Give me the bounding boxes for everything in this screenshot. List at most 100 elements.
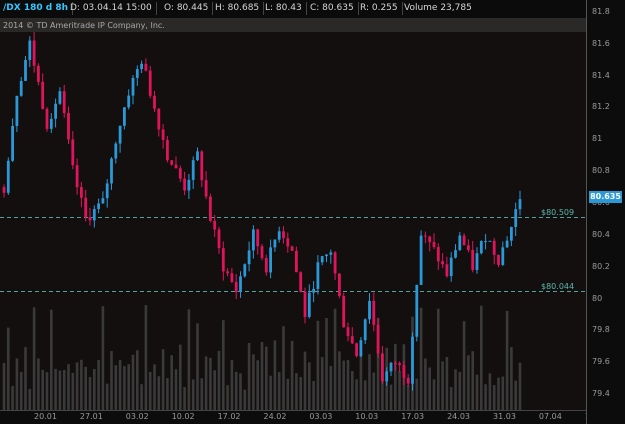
candle-body	[45, 108, 49, 129]
volume-bar	[320, 357, 324, 410]
candle-body	[368, 300, 371, 320]
volume-bar	[161, 349, 165, 410]
candle-body	[458, 235, 462, 251]
volume-bar	[88, 377, 92, 410]
volume-bar	[325, 317, 328, 410]
volume-bar	[179, 344, 182, 410]
candle-body	[501, 247, 505, 265]
candle-body	[479, 241, 483, 254]
volume-bar	[239, 373, 242, 410]
candle-body	[110, 158, 113, 184]
volume-bar	[514, 380, 517, 410]
candle-body	[338, 273, 341, 296]
volume-bar	[54, 368, 57, 410]
x-tick-label: 07.04	[538, 412, 562, 421]
y-tick-label: 81.4	[592, 70, 610, 80]
candle-body	[15, 95, 19, 127]
candle-body	[419, 235, 423, 285]
volume-bar	[24, 347, 27, 410]
volume-bar	[424, 358, 427, 410]
volume-bar	[432, 379, 436, 410]
candle-body	[217, 229, 221, 249]
candle-body	[247, 250, 251, 265]
candle-body	[264, 258, 268, 273]
candle-body	[226, 271, 229, 274]
candle-body	[445, 264, 449, 277]
candle-body	[432, 242, 436, 247]
open-field: O: 80.445	[160, 2, 214, 15]
candle-body	[28, 40, 32, 61]
candle-body	[333, 252, 337, 274]
volume-bar	[118, 360, 122, 410]
candle-body	[157, 108, 161, 130]
candle-body	[260, 246, 264, 259]
candle-body	[24, 60, 27, 81]
candle-body	[415, 284, 419, 337]
volume-bar	[226, 385, 229, 410]
candle-body	[183, 178, 186, 191]
candle-body	[406, 377, 410, 384]
volume-bar	[157, 376, 161, 410]
candle-body	[161, 129, 165, 140]
volume-bar	[187, 309, 191, 410]
volume-bar	[75, 362, 79, 410]
candle-body	[204, 180, 208, 197]
volume-bar	[260, 342, 264, 410]
candle-body	[213, 220, 217, 230]
candle-body	[411, 336, 414, 384]
volume-bar	[222, 320, 225, 410]
y-tick-label: 81.2	[592, 102, 610, 112]
volume-bar	[308, 362, 311, 410]
candle-body	[282, 231, 285, 239]
volume-bar	[11, 385, 14, 410]
candle-body	[342, 295, 346, 328]
candle-body	[359, 340, 363, 357]
candle-body	[239, 276, 242, 292]
volume-bar	[273, 340, 277, 410]
volume-bar	[471, 351, 474, 410]
volume-bar	[394, 343, 397, 410]
candle-body	[67, 113, 70, 140]
candle-body	[62, 91, 66, 114]
volume-bar	[200, 378, 204, 410]
candlestick-chart[interactable]	[0, 32, 586, 410]
volume-bar	[398, 371, 401, 410]
price-chart[interactable]	[0, 32, 586, 410]
candle-body	[462, 235, 466, 246]
y-tick-label: 81.8	[592, 6, 610, 16]
volume-bar	[80, 359, 83, 410]
candle-body	[363, 319, 367, 341]
volume-bar	[209, 357, 212, 410]
volume-bar	[234, 371, 238, 410]
candle-body	[355, 343, 358, 357]
volume-bar	[462, 321, 466, 410]
candle-body	[505, 240, 509, 248]
symbol-label[interactable]: /DX 180 d 8h	[0, 2, 73, 15]
candle-body	[84, 197, 88, 218]
candle-body	[325, 254, 328, 257]
volume-bar	[467, 355, 470, 410]
candle-body	[484, 241, 487, 243]
candle-body	[428, 236, 432, 243]
volume-bar	[230, 359, 234, 410]
y-tick-label: 80.8	[592, 166, 610, 176]
candle-body	[436, 246, 440, 262]
candle-body	[221, 248, 225, 272]
y-axis[interactable]: 81.881.681.481.28180.880.680.480.28079.8…	[586, 0, 625, 424]
volume-bar	[497, 377, 500, 410]
candle-body	[475, 253, 479, 271]
candle-body	[19, 80, 23, 96]
candle-body	[101, 198, 105, 204]
volume-bar	[93, 368, 96, 410]
candle-body	[178, 168, 182, 179]
candle-body	[510, 226, 513, 241]
candle-body	[385, 371, 389, 382]
candle-body	[118, 125, 122, 144]
volume-bar	[505, 310, 509, 410]
volume-bar	[406, 384, 410, 410]
candle-body	[346, 327, 350, 337]
volume-bar	[484, 384, 487, 410]
x-tick-label: 03.02	[125, 412, 149, 421]
candle-body	[441, 261, 444, 265]
candle-body	[187, 179, 191, 191]
